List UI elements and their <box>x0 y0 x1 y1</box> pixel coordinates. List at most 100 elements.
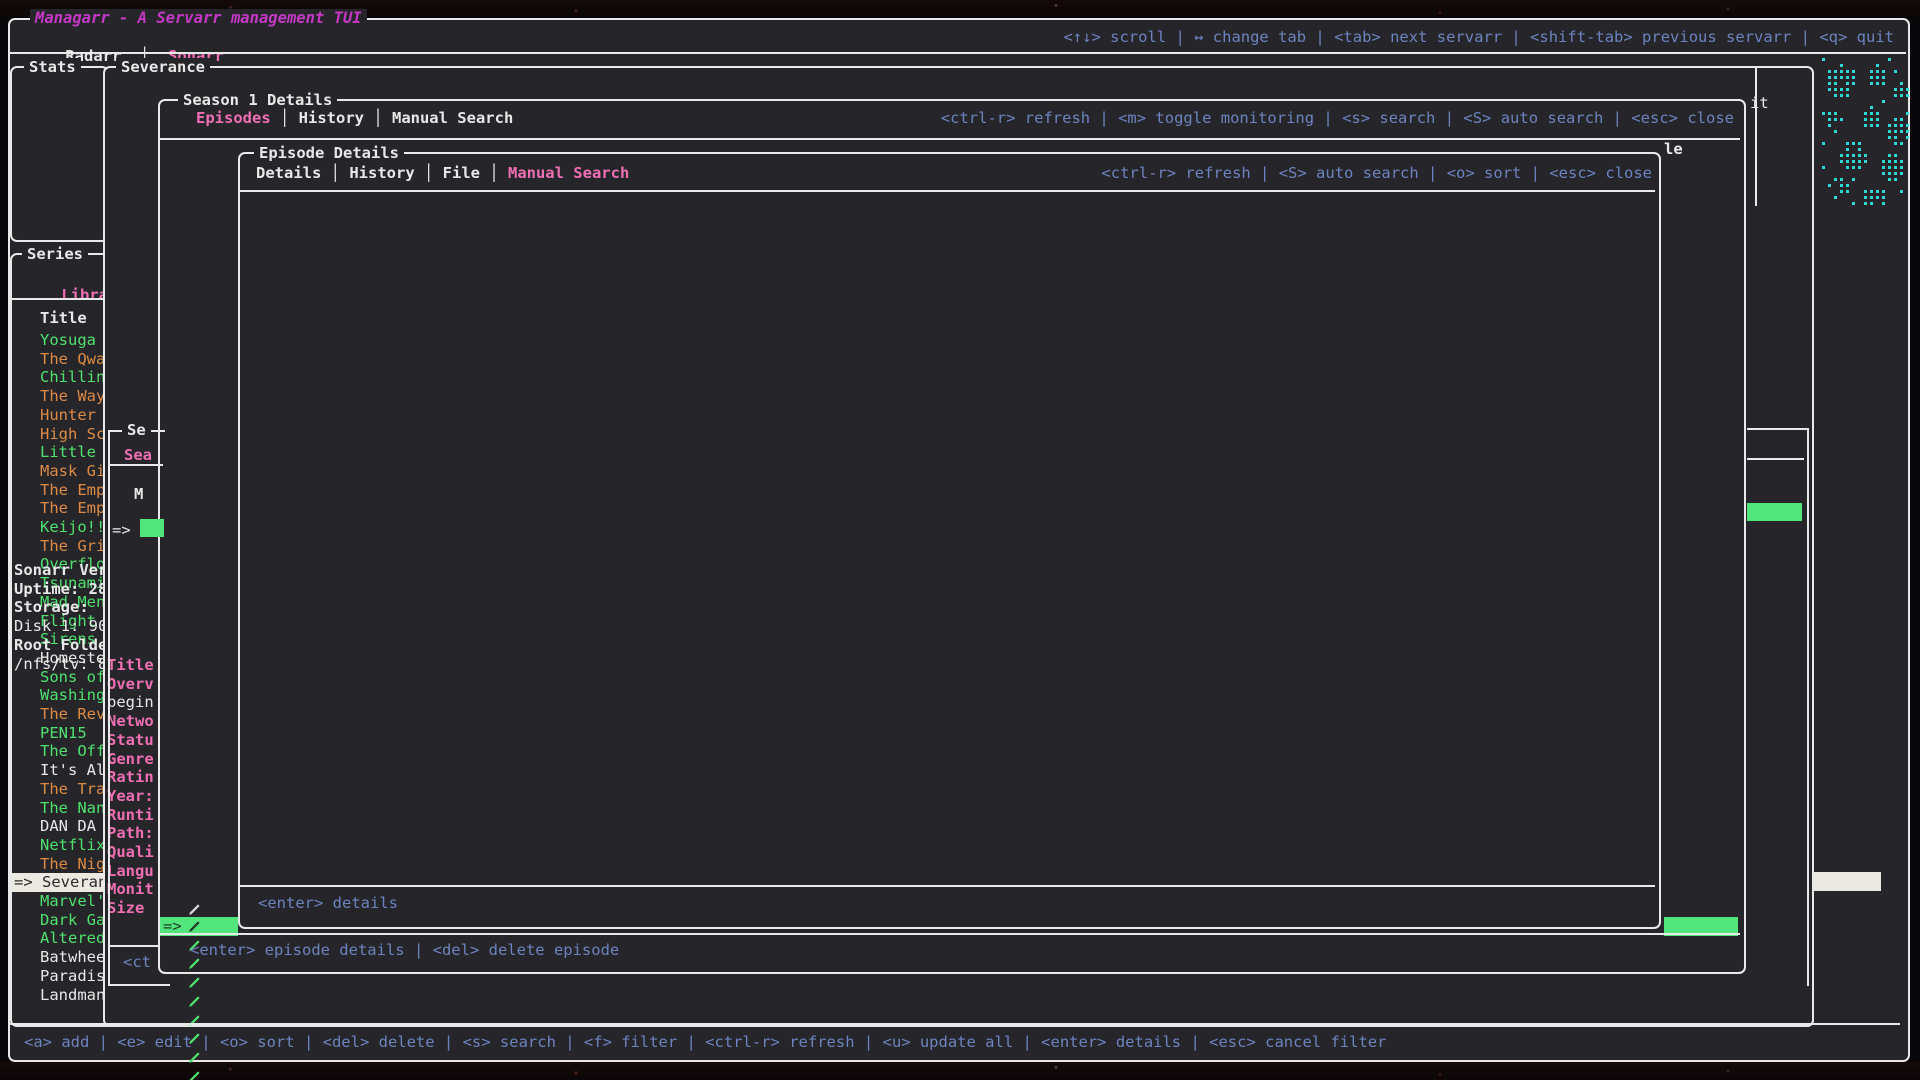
season-keybind-bar: <ctrl-r> refresh | <m> toggle monitoring… <box>941 109 1734 128</box>
series-detail-field-label: Quali <box>107 843 154 862</box>
series-list-item[interactable]: It's Al <box>40 761 105 780</box>
series-list-item[interactable]: The Tra <box>40 780 105 799</box>
popup-fragment-right-border <box>1807 428 1809 986</box>
season-panel-title: Season 1 Details <box>178 91 337 110</box>
bottom-keybind-bar: <a> add | <e> edit | <o> sort | <del> de… <box>24 1033 1386 1052</box>
season-tab-history[interactable]: History <box>299 109 364 127</box>
poster-art-dots <box>1822 58 1825 61</box>
series-detail-field-label: Title <box>107 656 154 675</box>
series-detail-field-label: begin <box>107 693 154 712</box>
pencil-icon <box>188 919 202 933</box>
series-list-item[interactable]: Marvel' <box>40 892 105 911</box>
episode-tab-divider <box>240 190 1655 192</box>
series-list-item[interactable]: Washing <box>40 686 105 705</box>
episode-panel-title: Episode Details <box>254 144 404 163</box>
monitored-column-header-icon <box>188 902 202 916</box>
series-list-item[interactable]: Landman <box>40 986 105 1005</box>
popup-fragment-keybind: <ct <box>123 953 151 972</box>
episode-tab-bar: Details │ History │ File │ Manual Search <box>256 164 629 183</box>
stats-line: /nfs/tv: 8 <box>14 655 107 674</box>
stats-panel-title: Stats <box>24 58 81 77</box>
episode-tab-history[interactable]: History <box>349 164 414 182</box>
season-tab-episodes[interactable]: Episodes <box>196 109 271 127</box>
series-list-item[interactable]: The Way <box>40 387 105 406</box>
series-detail-field-label: Runti <box>107 806 154 825</box>
popup-fragment-divider <box>110 464 163 466</box>
pencil-icon <box>188 994 202 1008</box>
series-detail-field-label: Monit <box>107 880 154 899</box>
series-list-item[interactable]: The Nig <box>40 855 105 874</box>
popup-fragment-title: Se <box>122 421 151 440</box>
season-gauge-header-fragment: le <box>1664 140 1683 159</box>
series-list-item[interactable]: Little <box>40 443 96 462</box>
series-list-item[interactable]: The Gri <box>40 537 105 556</box>
series-list-item[interactable]: Netflix <box>40 836 105 855</box>
episode-tab-details[interactable]: Details <box>256 164 321 182</box>
tab-separator: │ <box>271 109 299 127</box>
series-list-item[interactable]: The Qwa <box>40 350 105 369</box>
series-list-item[interactable]: Chillin <box>40 368 105 387</box>
episode-footer-divider <box>240 885 1655 887</box>
popup-fragment-footer-divider <box>110 945 160 947</box>
popup-fragment-row-marker: => <box>112 521 131 540</box>
app-title: Managarr - A Servarr management TUI <box>30 9 367 28</box>
tab-separator: │ <box>364 109 392 127</box>
pencil-icon <box>188 1069 202 1080</box>
series-list-item[interactable]: Batwhee <box>40 948 105 967</box>
series-details-text-fragment: it <box>1750 94 1769 113</box>
series-list-item[interactable]: The Rev <box>40 705 105 724</box>
popup-fragment-header: M <box>134 485 143 504</box>
episode-tab-manual-search[interactable]: Manual Search <box>508 164 629 182</box>
series-detail-field-label: Ratin <box>107 768 154 787</box>
series-list-item[interactable]: Yosuga <box>40 331 96 350</box>
series-list-item[interactable]: PEN15 <box>40 724 87 743</box>
series-list-item[interactable]: Dark Ga <box>40 911 105 930</box>
stats-line: Storage: <box>14 598 89 617</box>
selected-series-right-highlight <box>1813 872 1881 891</box>
series-list-item-selected[interactable]: => Severan <box>12 873 106 892</box>
season-tab-manual-search[interactable]: Manual Search <box>392 109 513 127</box>
tab-separator: │ <box>480 164 508 182</box>
series-details-title: Severance <box>116 58 210 77</box>
popup-fragment-tab: Sea <box>124 446 152 465</box>
series-list-item[interactable]: The Off <box>40 742 105 761</box>
episode-details-panel <box>238 152 1661 929</box>
episode-footer-keybinds: <enter> details <box>258 894 398 913</box>
season-tab-bar: Episodes │ History │ Manual Search <box>196 109 513 128</box>
series-list-item[interactable]: Keijo!! <box>40 518 105 537</box>
top-keybind-bar: <↑↓> scroll | ↔ change tab | <tab> next … <box>1063 28 1894 47</box>
series-detail-field-label: Size <box>107 899 144 918</box>
series-detail-field-label: Netwo <box>107 712 154 731</box>
series-list-item[interactable]: Altered <box>40 929 105 948</box>
series-list-item[interactable]: DAN DA <box>40 817 96 836</box>
series-detail-field-label: Genre <box>107 750 154 769</box>
popup-fragment-selected-bar <box>140 519 164 537</box>
series-list-item[interactable]: Mask Gi <box>40 462 105 481</box>
series-detail-field-label: Year: <box>107 787 154 806</box>
stats-line: Uptime: 28 <box>14 580 107 599</box>
series-list-item[interactable]: Paradis <box>40 967 105 986</box>
series-list-item[interactable]: The Emp <box>40 499 105 518</box>
popup-fragment-left-border <box>108 430 110 986</box>
pencil-icon <box>188 975 202 989</box>
border-fragment-a <box>1755 66 1757 206</box>
series-list-item[interactable]: Hunter <box>40 406 96 425</box>
season-tab-divider <box>160 138 1740 140</box>
popup-fragment-progress-bar <box>1747 503 1802 521</box>
series-list-item[interactable]: High Sc <box>40 425 105 444</box>
episode-keybind-bar: <ctrl-r> refresh | <S> auto search | <o>… <box>1101 164 1652 183</box>
tab-separator: │ <box>321 164 349 182</box>
managarr-tui-screen: Managarr - A Servarr management TUI Rada… <box>0 0 1920 1080</box>
episode-tab-file[interactable]: File <box>443 164 480 182</box>
popup-fragment-right-divider <box>1747 458 1804 460</box>
header-divider <box>8 52 1906 54</box>
season-footer-divider <box>160 933 1740 935</box>
stats-panel <box>10 66 109 242</box>
series-list-item[interactable]: The Nan <box>40 799 105 818</box>
tab-separator: │ <box>415 164 443 182</box>
series-tab-divider <box>12 298 103 300</box>
stats-line: Root Folde <box>14 636 107 655</box>
series-detail-field-label: Path: <box>107 824 154 843</box>
series-panel-title: Series <box>22 245 88 264</box>
series-list-item[interactable]: The Emp <box>40 481 105 500</box>
